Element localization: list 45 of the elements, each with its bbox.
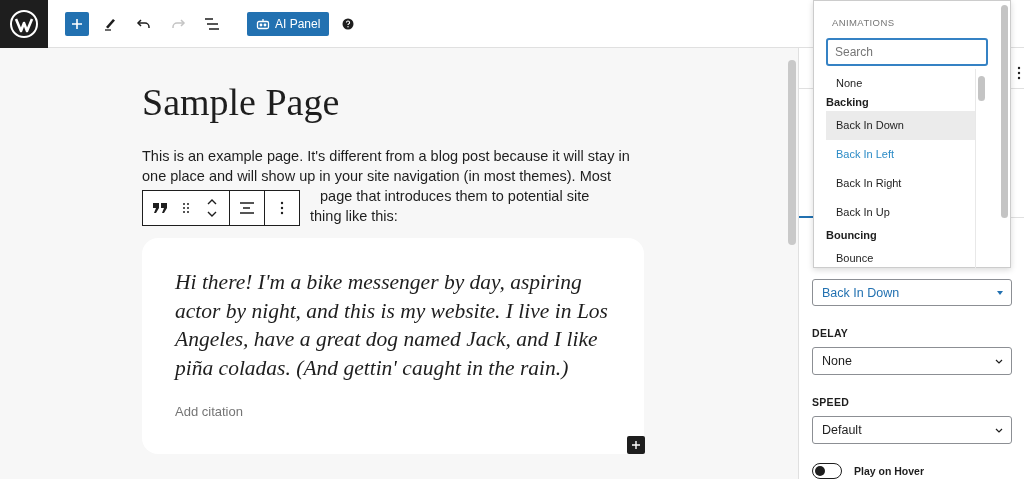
paragraph-line: one place and will show up in your site navigation (in most themes). Most bbox=[142, 167, 612, 186]
scrollbar[interactable] bbox=[1001, 5, 1008, 218]
dropdown-option[interactable]: Back In Up bbox=[826, 198, 976, 227]
more-options-icon bbox=[280, 201, 284, 215]
drag-handle-icon bbox=[182, 202, 190, 214]
dropdown-option[interactable]: Bounce bbox=[826, 244, 976, 273]
citation-field[interactable]: Add citation bbox=[175, 404, 295, 419]
plus-icon bbox=[70, 16, 84, 31]
dropdown-option[interactable]: Back In Right bbox=[826, 169, 976, 198]
select-field[interactable]: None bbox=[812, 347, 1012, 376]
scrollbar[interactable] bbox=[788, 60, 796, 245]
group-heading: Backing bbox=[826, 95, 870, 110]
dropdown-option[interactable]: Back In Left bbox=[826, 140, 976, 169]
add-block-button[interactable] bbox=[65, 11, 89, 36]
field-label: SPEED bbox=[812, 396, 851, 409]
dropdown-option[interactable]: None bbox=[826, 72, 976, 94]
page-title: Sample Page bbox=[142, 80, 341, 125]
field-label: DELAY bbox=[812, 327, 850, 340]
robot-icon bbox=[256, 17, 270, 30]
align-icon bbox=[239, 201, 255, 215]
dropdown-heading: ANIMATIONS bbox=[832, 17, 896, 28]
search-field[interactable]: Search bbox=[826, 38, 988, 66]
select-field[interactable]: Default bbox=[812, 416, 1012, 444]
toggle-switch[interactable] bbox=[812, 463, 842, 479]
help-icon bbox=[342, 17, 355, 30]
move-up-down-icon bbox=[206, 198, 218, 218]
chevron-down-icon bbox=[995, 358, 1003, 364]
more-options-icon bbox=[1017, 66, 1021, 80]
paragraph-line: thing like this: bbox=[310, 207, 398, 226]
chevron-down-icon bbox=[995, 427, 1003, 433]
list-view-icon bbox=[203, 15, 221, 32]
wordpress-logo[interactable] bbox=[0, 0, 48, 48]
toggle-label: Play on Hover bbox=[854, 465, 925, 477]
dropdown-option[interactable]: Back In Down bbox=[826, 111, 976, 140]
paragraph-line: page that introduces them to potential site bbox=[320, 187, 590, 206]
quote-icon bbox=[152, 202, 168, 214]
group-heading: Bouncing bbox=[826, 228, 878, 243]
paragraph-line: This is an example page. It's different from a blog post because it will stay in bbox=[142, 147, 630, 166]
scrollbar[interactable] bbox=[978, 76, 985, 101]
ai-panel-button[interactable]: AI Panel bbox=[247, 11, 330, 36]
quote-text: Hi there! I'm a bike messenger by day, aspiring actor by night, and this is my website. I live in Los Angeles, have a great dog named Jack, and I like piña coladas. (And gettin' caught in the rain.) bbox=[175, 269, 609, 382]
plus-icon bbox=[631, 440, 641, 450]
dropdown-caret-icon bbox=[997, 290, 1003, 295]
add-block-button[interactable] bbox=[627, 436, 645, 454]
animation-select[interactable]: Back In Down bbox=[812, 278, 1012, 307]
